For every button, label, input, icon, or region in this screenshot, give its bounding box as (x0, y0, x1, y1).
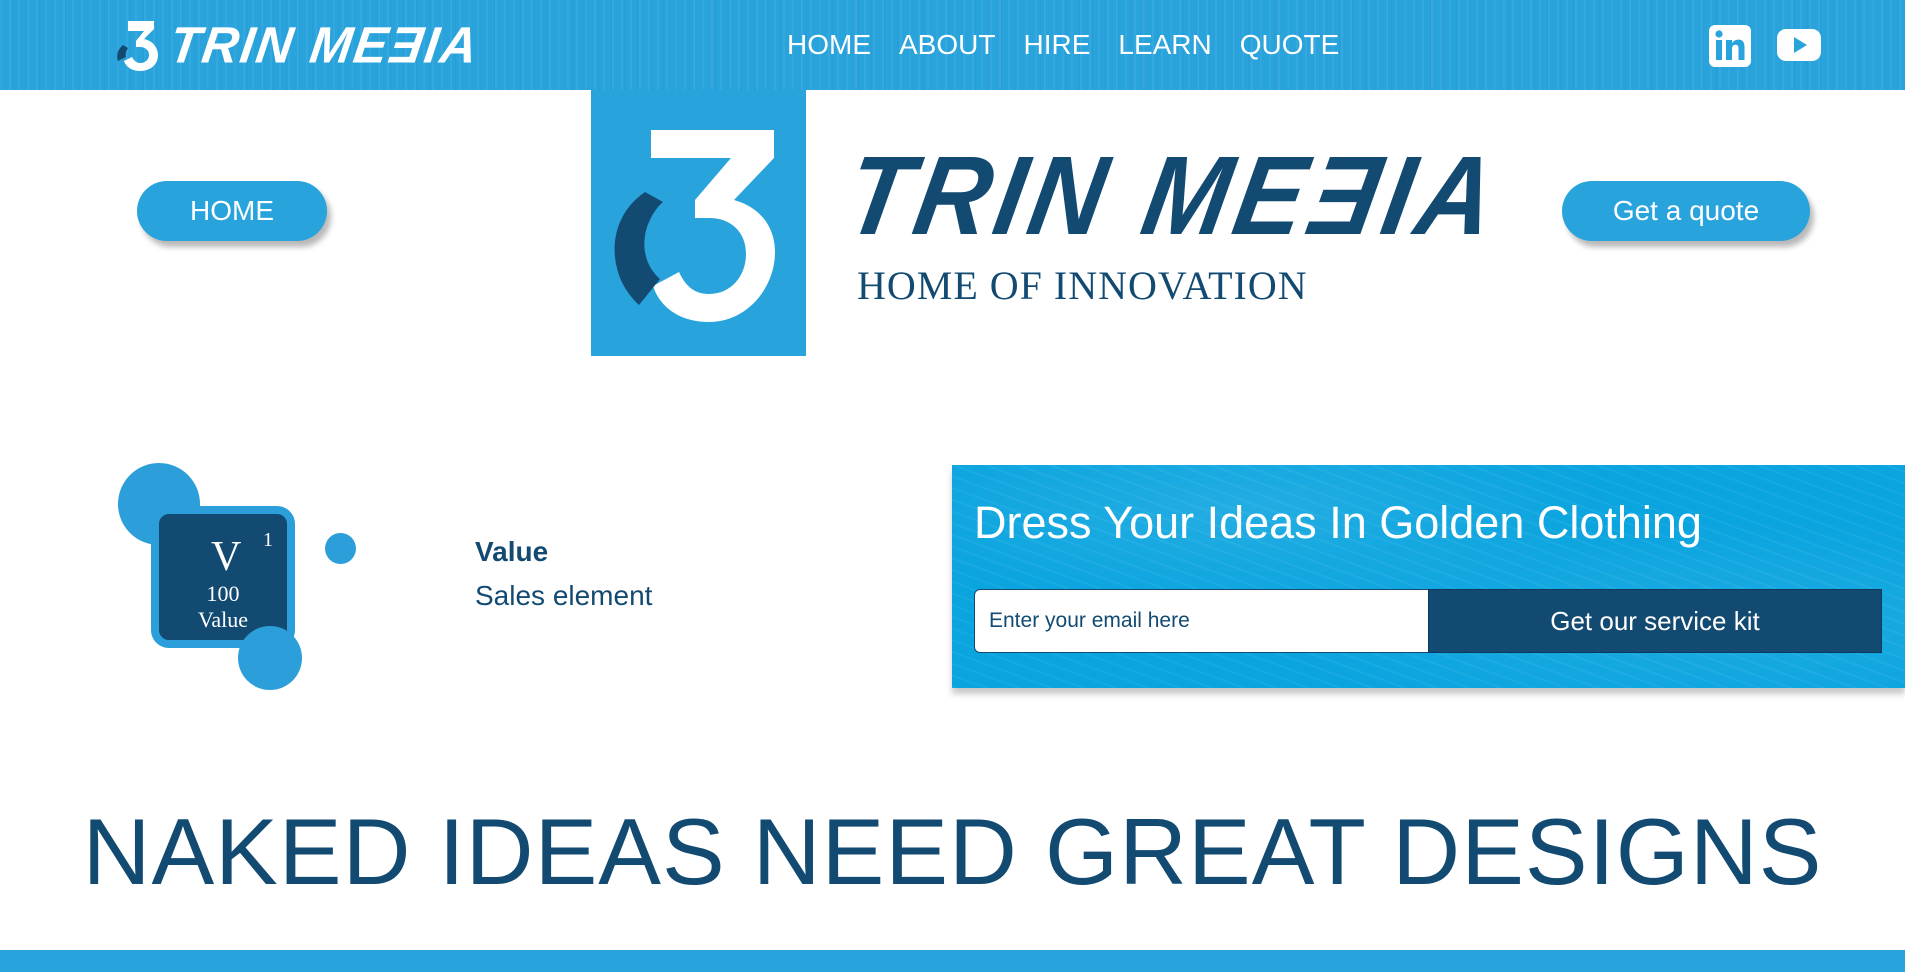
trin-logo-icon (117, 21, 158, 71)
element-number: 1 (263, 529, 273, 551)
get-quote-button[interactable]: Get a quote (1562, 181, 1810, 241)
hero-tagline: HOME OF INNOVATION (857, 263, 1308, 308)
nav-logo[interactable]: TRIN MEƎIA (114, 16, 483, 74)
linkedin-icon[interactable] (1709, 25, 1751, 67)
element-mass: 100 (206, 581, 240, 606)
value-subtitle: Sales element (475, 580, 653, 611)
hero-logo-block (591, 90, 806, 356)
youtube-icon[interactable] (1777, 29, 1821, 61)
main-nav: HOME ABOUT HIRE LEARN QUOTE (787, 27, 1367, 63)
home-button[interactable]: HOME (137, 181, 327, 241)
page-headline: NAKED IDEAS NEED GREAT DESIGNS (82, 799, 1823, 904)
nav-link-quote[interactable]: QUOTE (1240, 27, 1340, 63)
element-symbol: V (211, 534, 242, 580)
get-service-kit-button[interactable]: Get our service kit (1428, 589, 1882, 653)
trin-logo-large-icon (614, 130, 775, 322)
nav-link-learn[interactable]: LEARN (1118, 27, 1211, 63)
value-title: Value (475, 536, 549, 567)
subscribe-box: Dress Your Ideas In Golden Clothing Get … (952, 465, 1905, 688)
email-input[interactable] (974, 589, 1429, 653)
nav-brand-wordmark: TRIN MEƎIA (165, 16, 483, 74)
hero-brand-wordmark: TRIN MEƎIA (837, 133, 1510, 258)
top-nav-bar: TRIN MEƎIA HOME ABOUT HIRE LEARN QUOTE (0, 0, 1905, 90)
decor-circle-bottom (238, 626, 302, 690)
decor-circle-small (325, 533, 356, 564)
footer-bar (0, 950, 1905, 972)
nav-link-home[interactable]: HOME (787, 27, 871, 63)
nav-link-about[interactable]: ABOUT (899, 27, 995, 63)
subscribe-title: Dress Your Ideas In Golden Clothing (974, 497, 1702, 548)
nav-link-hire[interactable]: HIRE (1023, 27, 1090, 63)
